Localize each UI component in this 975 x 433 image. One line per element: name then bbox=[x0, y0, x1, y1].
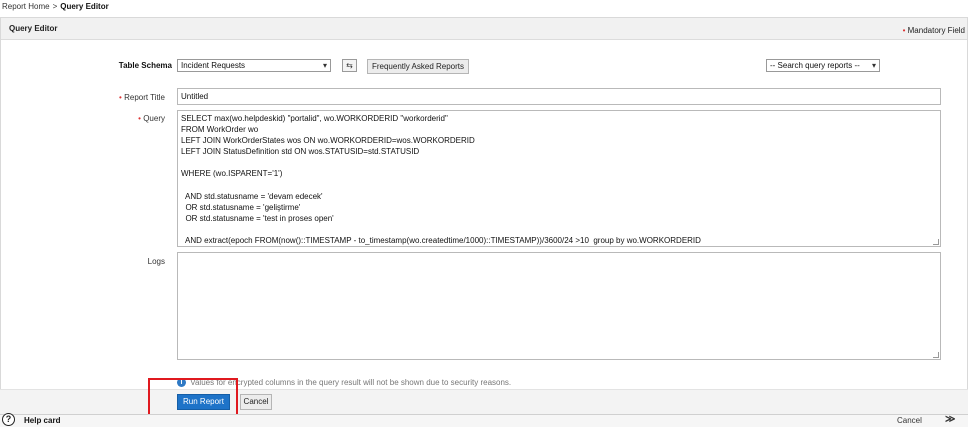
query-line bbox=[181, 157, 937, 168]
table-schema-select[interactable]: Incident Requests ▾ bbox=[177, 59, 331, 72]
query-line bbox=[181, 224, 937, 235]
expand-chevrons-icon[interactable]: ≫ bbox=[945, 414, 955, 425]
mandatory-field-note: • Mandatory Field bbox=[903, 26, 965, 35]
search-query-reports-placeholder: -- Search query reports -- bbox=[770, 61, 860, 70]
breadcrumb-home-link[interactable]: Report Home bbox=[2, 2, 50, 11]
breadcrumb: Report Home > Query Editor bbox=[2, 2, 109, 11]
query-line bbox=[181, 180, 937, 191]
resize-handle-icon[interactable] bbox=[933, 352, 939, 358]
query-line: FROM WorkOrder wo bbox=[181, 125, 259, 135]
table-schema-label: Table Schema bbox=[118, 61, 172, 70]
query-line: OR std.statusname = 'geliştirme' bbox=[181, 202, 301, 212]
chevron-down-icon: ▾ bbox=[322, 61, 327, 70]
report-title-label: Report Title bbox=[124, 93, 165, 102]
help-card-bar bbox=[0, 414, 968, 427]
query-label: Query bbox=[143, 114, 165, 123]
help-circle-icon[interactable]: ? bbox=[2, 413, 15, 426]
query-label-wrap: • Query bbox=[110, 114, 165, 123]
query-line: SELECT max(wo.helpdeskid) "portalid", wo… bbox=[181, 114, 448, 123]
query-line: OR std.statusname = 'test in proses open… bbox=[181, 213, 334, 223]
search-query-reports-select[interactable]: -- Search query reports -- ▾ bbox=[766, 59, 880, 72]
logs-label: Logs bbox=[147, 257, 165, 266]
cancel-button[interactable]: Cancel bbox=[240, 394, 272, 410]
breadcrumb-current: Query Editor bbox=[60, 2, 109, 11]
required-star: • bbox=[119, 93, 122, 102]
resize-handle-icon[interactable] bbox=[933, 239, 939, 245]
report-title-label-wrap: • Report Title bbox=[110, 93, 165, 102]
chevron-down-icon: ▾ bbox=[871, 61, 876, 70]
columns-toggle-icon[interactable]: ⇆ bbox=[342, 59, 357, 72]
help-card-label[interactable]: Help card bbox=[24, 416, 60, 425]
report-title-input[interactable]: Untitled bbox=[177, 88, 941, 105]
mandatory-field-label: Mandatory Field bbox=[907, 26, 965, 35]
panel-title: Query Editor bbox=[1, 18, 967, 40]
logs-textarea[interactable] bbox=[177, 252, 941, 360]
query-line: LEFT JOIN WorkOrderStates wos ON wo.WORK… bbox=[181, 136, 475, 146]
help-card-cancel-link[interactable]: Cancel bbox=[897, 416, 922, 425]
required-star: • bbox=[138, 114, 141, 123]
query-line: WHERE (wo.ISPARENT='1') bbox=[181, 169, 283, 179]
required-star: • bbox=[902, 26, 906, 35]
frequently-asked-reports-button[interactable]: Frequently Asked Reports bbox=[367, 59, 469, 74]
query-line: AND extract(epoch FROM(now()::TIMESTAMP … bbox=[181, 236, 701, 246]
query-textarea[interactable]: SELECT max(wo.helpdeskid) "portalid", wo… bbox=[177, 110, 941, 247]
table-schema-selected: Incident Requests bbox=[181, 61, 246, 70]
breadcrumb-separator: > bbox=[52, 2, 58, 11]
encrypted-columns-notice-text: Values for encrypted columns in the quer… bbox=[190, 378, 512, 387]
query-line: LEFT JOIN StatusDefinition std ON wos.ST… bbox=[181, 147, 420, 157]
query-line: AND std.statusname = 'devam edecek' bbox=[181, 191, 323, 201]
